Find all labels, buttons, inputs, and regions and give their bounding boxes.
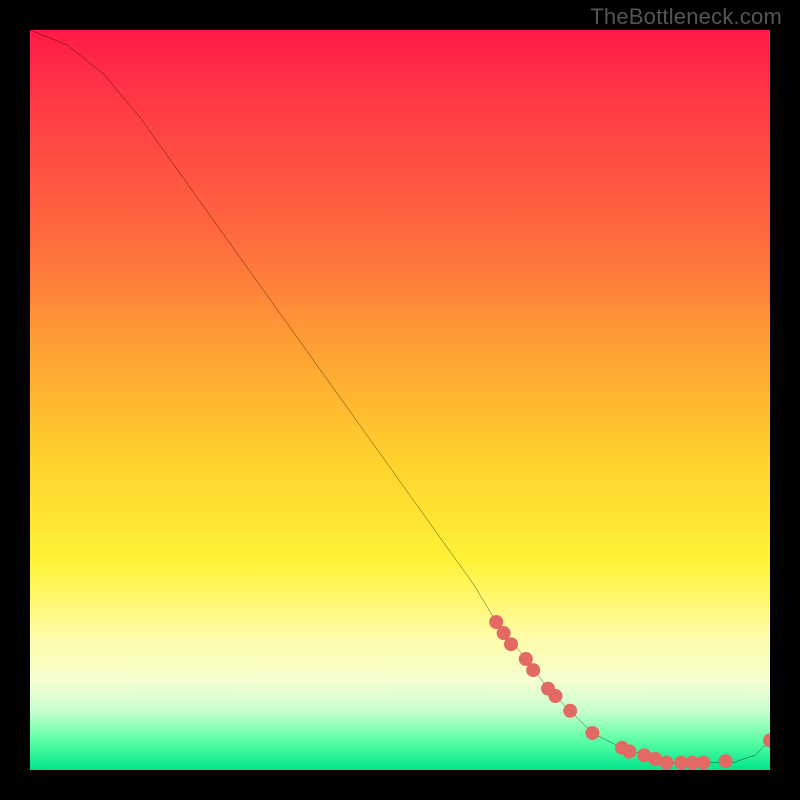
data-point xyxy=(696,756,710,770)
data-point xyxy=(719,754,733,768)
bottleneck-curve xyxy=(30,30,770,763)
data-point xyxy=(563,704,577,718)
plot-area xyxy=(30,30,770,770)
data-point xyxy=(504,637,518,651)
attribution-text: TheBottleneck.com xyxy=(590,4,782,30)
curve-layer xyxy=(30,30,770,770)
data-point xyxy=(526,663,540,677)
curve-markers xyxy=(489,615,770,770)
data-point xyxy=(622,745,636,759)
chart-frame: TheBottleneck.com xyxy=(0,0,800,800)
data-point xyxy=(763,733,770,747)
data-point xyxy=(548,689,562,703)
data-point xyxy=(659,756,673,770)
data-point xyxy=(585,726,599,740)
